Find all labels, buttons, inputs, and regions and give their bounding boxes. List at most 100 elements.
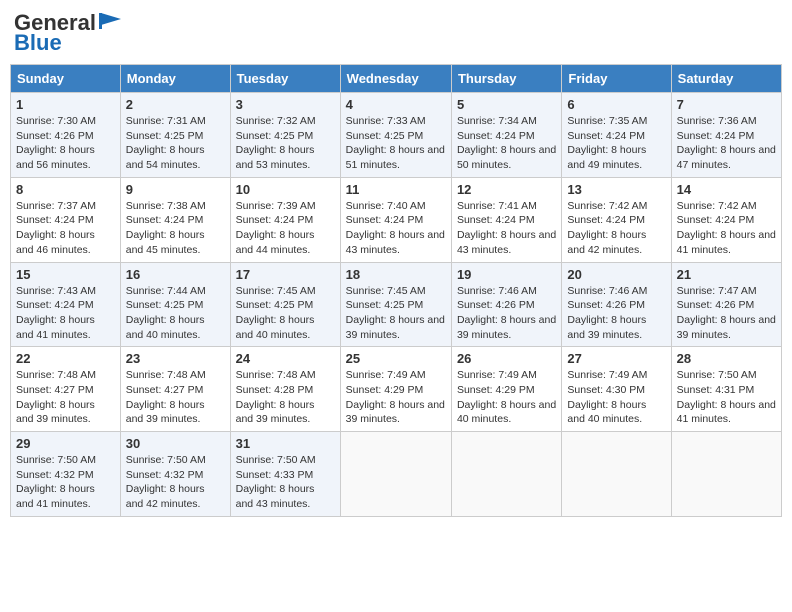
day-info: Sunrise: 7:47 AM Sunset: 4:26 PM Dayligh… <box>677 284 776 343</box>
calendar-cell: 10 Sunrise: 7:39 AM Sunset: 4:24 PM Dayl… <box>230 177 340 262</box>
sunrise-label: Sunrise: 7:49 AM <box>457 369 537 381</box>
sunrise-label: Sunrise: 7:32 AM <box>236 115 316 127</box>
day-info: Sunrise: 7:36 AM Sunset: 4:24 PM Dayligh… <box>677 114 776 173</box>
sunrise-label: Sunrise: 7:46 AM <box>457 285 537 297</box>
calendar-cell: 4 Sunrise: 7:33 AM Sunset: 4:25 PM Dayli… <box>340 93 451 178</box>
day-info: Sunrise: 7:43 AM Sunset: 4:24 PM Dayligh… <box>16 284 115 343</box>
day-number: 23 <box>126 351 225 366</box>
sunrise-label: Sunrise: 7:50 AM <box>677 369 757 381</box>
daylight-label: Daylight: 8 hours and 39 minutes. <box>236 399 315 426</box>
day-info: Sunrise: 7:50 AM Sunset: 4:32 PM Dayligh… <box>126 453 225 512</box>
sunrise-label: Sunrise: 7:33 AM <box>346 115 426 127</box>
calendar-cell: 12 Sunrise: 7:41 AM Sunset: 4:24 PM Dayl… <box>451 177 561 262</box>
sunset-label: Sunset: 4:24 PM <box>677 130 755 142</box>
sunrise-label: Sunrise: 7:34 AM <box>457 115 537 127</box>
sunset-label: Sunset: 4:32 PM <box>16 469 94 481</box>
calendar-cell <box>562 432 671 517</box>
daylight-label: Daylight: 8 hours and 39 minutes. <box>126 399 205 426</box>
col-header-friday: Friday <box>562 65 671 93</box>
sunrise-label: Sunrise: 7:42 AM <box>567 200 647 212</box>
logo-flag-icon <box>99 13 121 29</box>
sunset-label: Sunset: 4:24 PM <box>567 130 645 142</box>
day-info: Sunrise: 7:45 AM Sunset: 4:25 PM Dayligh… <box>236 284 335 343</box>
calendar-week-row: 22 Sunrise: 7:48 AM Sunset: 4:27 PM Dayl… <box>11 347 782 432</box>
daylight-label: Daylight: 8 hours and 44 minutes. <box>236 229 315 256</box>
day-number: 7 <box>677 97 776 112</box>
day-info: Sunrise: 7:30 AM Sunset: 4:26 PM Dayligh… <box>16 114 115 173</box>
daylight-label: Daylight: 8 hours and 56 minutes. <box>16 144 95 171</box>
sunrise-label: Sunrise: 7:50 AM <box>16 454 96 466</box>
calendar-cell: 7 Sunrise: 7:36 AM Sunset: 4:24 PM Dayli… <box>671 93 781 178</box>
day-number: 31 <box>236 436 335 451</box>
day-number: 18 <box>346 267 446 282</box>
sunset-label: Sunset: 4:24 PM <box>126 214 204 226</box>
sunset-label: Sunset: 4:29 PM <box>346 384 424 396</box>
sunset-label: Sunset: 4:32 PM <box>126 469 204 481</box>
day-number: 26 <box>457 351 556 366</box>
calendar-week-row: 15 Sunrise: 7:43 AM Sunset: 4:24 PM Dayl… <box>11 262 782 347</box>
col-header-saturday: Saturday <box>671 65 781 93</box>
sunset-label: Sunset: 4:28 PM <box>236 384 314 396</box>
daylight-label: Daylight: 8 hours and 50 minutes. <box>457 144 556 171</box>
sunset-label: Sunset: 4:25 PM <box>346 130 424 142</box>
daylight-label: Daylight: 8 hours and 39 minutes. <box>346 314 445 341</box>
calendar-cell <box>451 432 561 517</box>
logo: General Blue <box>14 10 121 56</box>
day-number: 25 <box>346 351 446 366</box>
sunrise-label: Sunrise: 7:45 AM <box>236 285 316 297</box>
sunset-label: Sunset: 4:29 PM <box>457 384 535 396</box>
logo-blue: Blue <box>14 30 62 56</box>
day-number: 9 <box>126 182 225 197</box>
calendar-cell: 20 Sunrise: 7:46 AM Sunset: 4:26 PM Dayl… <box>562 262 671 347</box>
sunset-label: Sunset: 4:24 PM <box>16 214 94 226</box>
sunset-label: Sunset: 4:24 PM <box>346 214 424 226</box>
sunrise-label: Sunrise: 7:50 AM <box>126 454 206 466</box>
sunset-label: Sunset: 4:24 PM <box>567 214 645 226</box>
daylight-label: Daylight: 8 hours and 40 minutes. <box>457 399 556 426</box>
sunset-label: Sunset: 4:33 PM <box>236 469 314 481</box>
sunset-label: Sunset: 4:25 PM <box>236 299 314 311</box>
sunset-label: Sunset: 4:24 PM <box>236 214 314 226</box>
daylight-label: Daylight: 8 hours and 45 minutes. <box>126 229 205 256</box>
day-number: 5 <box>457 97 556 112</box>
calendar-cell <box>340 432 451 517</box>
daylight-label: Daylight: 8 hours and 51 minutes. <box>346 144 445 171</box>
calendar-week-row: 8 Sunrise: 7:37 AM Sunset: 4:24 PM Dayli… <box>11 177 782 262</box>
sunrise-label: Sunrise: 7:46 AM <box>567 285 647 297</box>
calendar-cell: 30 Sunrise: 7:50 AM Sunset: 4:32 PM Dayl… <box>120 432 230 517</box>
day-info: Sunrise: 7:41 AM Sunset: 4:24 PM Dayligh… <box>457 199 556 258</box>
day-number: 27 <box>567 351 665 366</box>
day-number: 13 <box>567 182 665 197</box>
sunrise-label: Sunrise: 7:37 AM <box>16 200 96 212</box>
day-number: 16 <box>126 267 225 282</box>
sunset-label: Sunset: 4:25 PM <box>346 299 424 311</box>
sunrise-label: Sunrise: 7:41 AM <box>457 200 537 212</box>
day-number: 14 <box>677 182 776 197</box>
sunset-label: Sunset: 4:24 PM <box>457 130 535 142</box>
calendar-cell: 14 Sunrise: 7:42 AM Sunset: 4:24 PM Dayl… <box>671 177 781 262</box>
sunrise-label: Sunrise: 7:44 AM <box>126 285 206 297</box>
sunset-label: Sunset: 4:25 PM <box>236 130 314 142</box>
daylight-label: Daylight: 8 hours and 43 minutes. <box>346 229 445 256</box>
daylight-label: Daylight: 8 hours and 54 minutes. <box>126 144 205 171</box>
daylight-label: Daylight: 8 hours and 41 minutes. <box>16 314 95 341</box>
day-number: 21 <box>677 267 776 282</box>
calendar-week-row: 1 Sunrise: 7:30 AM Sunset: 4:26 PM Dayli… <box>11 93 782 178</box>
sunset-label: Sunset: 4:25 PM <box>126 130 204 142</box>
calendar-cell: 29 Sunrise: 7:50 AM Sunset: 4:32 PM Dayl… <box>11 432 121 517</box>
col-header-tuesday: Tuesday <box>230 65 340 93</box>
day-number: 30 <box>126 436 225 451</box>
daylight-label: Daylight: 8 hours and 39 minutes. <box>457 314 556 341</box>
day-info: Sunrise: 7:34 AM Sunset: 4:24 PM Dayligh… <box>457 114 556 173</box>
sunrise-label: Sunrise: 7:35 AM <box>567 115 647 127</box>
sunrise-label: Sunrise: 7:38 AM <box>126 200 206 212</box>
day-number: 19 <box>457 267 556 282</box>
sunrise-label: Sunrise: 7:49 AM <box>346 369 426 381</box>
col-header-sunday: Sunday <box>11 65 121 93</box>
day-number: 28 <box>677 351 776 366</box>
daylight-label: Daylight: 8 hours and 42 minutes. <box>126 483 205 510</box>
day-info: Sunrise: 7:49 AM Sunset: 4:30 PM Dayligh… <box>567 368 665 427</box>
calendar-cell: 16 Sunrise: 7:44 AM Sunset: 4:25 PM Dayl… <box>120 262 230 347</box>
day-info: Sunrise: 7:40 AM Sunset: 4:24 PM Dayligh… <box>346 199 446 258</box>
day-number: 2 <box>126 97 225 112</box>
